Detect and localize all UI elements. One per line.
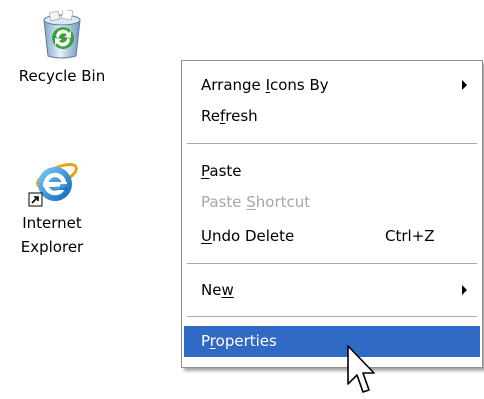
menu-item-label: Properties xyxy=(201,332,277,350)
menu-item-label: Undo Delete xyxy=(201,227,295,245)
menu-separator xyxy=(187,263,477,264)
internet-explorer-label-line2: Explorer xyxy=(20,238,84,256)
recycle-bin-icon xyxy=(43,10,81,59)
shortcut-key-label: Ctrl+Z xyxy=(385,227,435,245)
submenu-arrow-icon xyxy=(462,285,467,295)
menu-item-undo-delete[interactable]: Undo Delete Ctrl+Z xyxy=(184,221,480,252)
menu-item-properties[interactable]: Properties xyxy=(184,326,480,357)
desktop-context-menu: Arrange Icons By Refresh Paste Paste Sho… xyxy=(181,60,483,368)
recycle-bin-label: Recycle Bin xyxy=(18,67,106,85)
menu-separator xyxy=(187,143,477,144)
menu-item-label: Paste xyxy=(201,162,242,180)
shortcut-arrow-icon xyxy=(28,192,43,207)
menu-item-arrange-icons-by[interactable]: Arrange Icons By xyxy=(184,70,480,101)
internet-explorer-label-line1: Internet xyxy=(22,214,82,232)
menu-item-label: Arrange Icons By xyxy=(201,76,329,94)
mouse-pointer-icon xyxy=(347,345,375,393)
menu-item-new[interactable]: New xyxy=(184,275,480,306)
menu-item-paste-shortcut: Paste Shortcut xyxy=(184,187,480,218)
menu-item-refresh[interactable]: Refresh xyxy=(184,101,480,132)
desktop-icon-recycle-bin[interactable]: Recycle Bin xyxy=(2,10,122,87)
menu-item-label: New xyxy=(201,281,234,299)
internet-explorer-icon xyxy=(28,163,78,207)
menu-separator xyxy=(187,316,477,317)
menu-item-label: Refresh xyxy=(201,107,258,125)
submenu-arrow-icon xyxy=(462,80,467,90)
desktop-icon-internet-explorer[interactable]: Internet Explorer xyxy=(0,158,104,258)
menu-item-label: Paste Shortcut xyxy=(201,193,311,211)
menu-item-paste[interactable]: Paste xyxy=(184,156,480,187)
